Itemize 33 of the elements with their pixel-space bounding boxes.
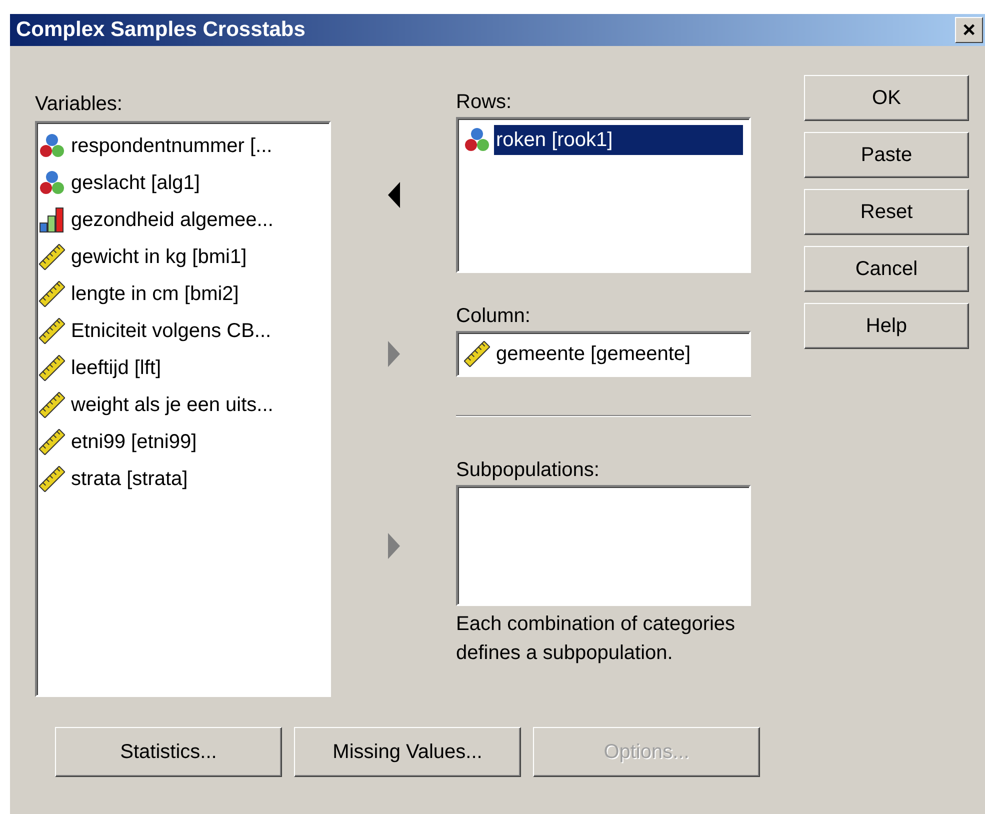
- variable-item[interactable]: geslacht [alg1]: [69, 168, 202, 198]
- dialog-button[interactable]: Statistics...: [55, 727, 282, 777]
- dialog-button[interactable]: Reset: [804, 189, 969, 235]
- dialog-button[interactable]: Missing Values...: [294, 727, 521, 777]
- variable-item[interactable]: gezondheid algemee...: [69, 204, 276, 234]
- variable-item[interactable]: gewicht in kg [bmi1]: [69, 242, 249, 272]
- variable-item[interactable]: respondentnummer [...: [69, 130, 274, 160]
- target-list[interactable]: [456, 485, 751, 606]
- variable-item[interactable]: etni99 [etni99]: [69, 426, 199, 456]
- target-list[interactable]: roken [rook1]: [456, 117, 751, 273]
- variable-item[interactable]: Etniciteit volgens CB...: [69, 316, 274, 346]
- bar-chart-icon: [39, 206, 65, 232]
- variable-item[interactable]: roken [rook1]: [494, 124, 743, 154]
- window-title: Complex Samples Crosstabs: [16, 17, 306, 44]
- dialog-button[interactable]: Paste: [804, 132, 969, 178]
- help-text: Each combination of categories defines a subpopulation.: [456, 612, 736, 666]
- circles-icon: [464, 126, 490, 152]
- circles-icon: [39, 170, 65, 196]
- circles-icon: [39, 132, 65, 158]
- dialog-button[interactable]: Help: [804, 303, 969, 349]
- variables-label: Variables:: [35, 92, 124, 117]
- variable-item[interactable]: weight als je een uits...: [69, 390, 276, 420]
- move-arrow-button[interactable]: [386, 182, 402, 208]
- target-label: Column:: [456, 304, 532, 329]
- variable-item[interactable]: leeftijd [lft]: [69, 352, 164, 382]
- dialog-button[interactable]: OK: [804, 75, 969, 121]
- dialog-button[interactable]: Cancel: [804, 246, 969, 292]
- variable-item[interactable]: strata [strata]: [69, 464, 190, 494]
- close-button[interactable]: ×: [955, 17, 983, 43]
- variables-list[interactable]: respondentnummer [... geslacht [alg1] gezondheid algemee... gewicht in kg [bmi1] lengte in cm [bmi2] Etniciteit volgens CB... leeftijd [lft] weight als je een uits... etni99 [etni99] strata [strata]: [35, 121, 331, 697]
- target-label: Subpopulations:: [456, 458, 600, 483]
- variable-item[interactable]: lengte in cm [bmi2]: [69, 278, 241, 308]
- target-label: Rows:: [456, 90, 513, 115]
